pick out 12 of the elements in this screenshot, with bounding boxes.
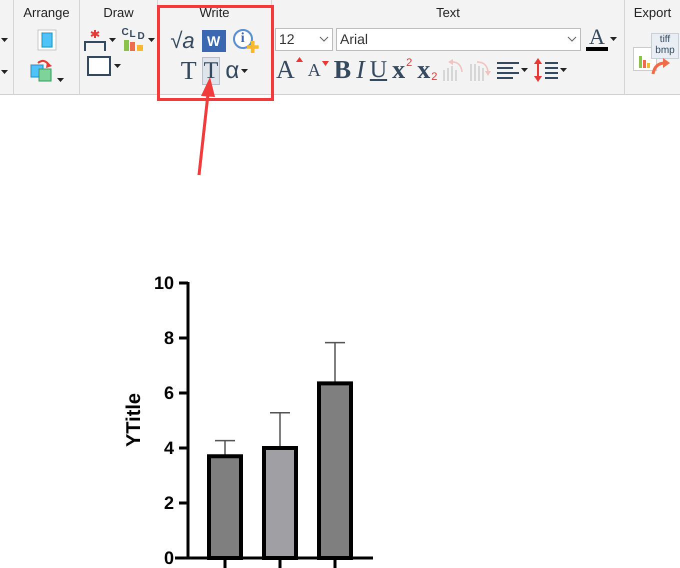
- tick-label: 0: [164, 548, 174, 568]
- group-label: Export: [634, 4, 672, 22]
- tick-label: 6: [164, 383, 174, 403]
- group-label: Write: [199, 4, 230, 22]
- group-label: Draw: [103, 4, 134, 22]
- tick-label: 2: [164, 493, 174, 513]
- group-label: Text: [436, 4, 460, 22]
- axis-title: YTitle: [123, 392, 145, 448]
- tick-label: 8: [164, 328, 174, 348]
- tick-label: 10: [154, 273, 174, 293]
- tick-label: 4: [164, 438, 174, 458]
- group-label: Arrange: [23, 4, 70, 22]
